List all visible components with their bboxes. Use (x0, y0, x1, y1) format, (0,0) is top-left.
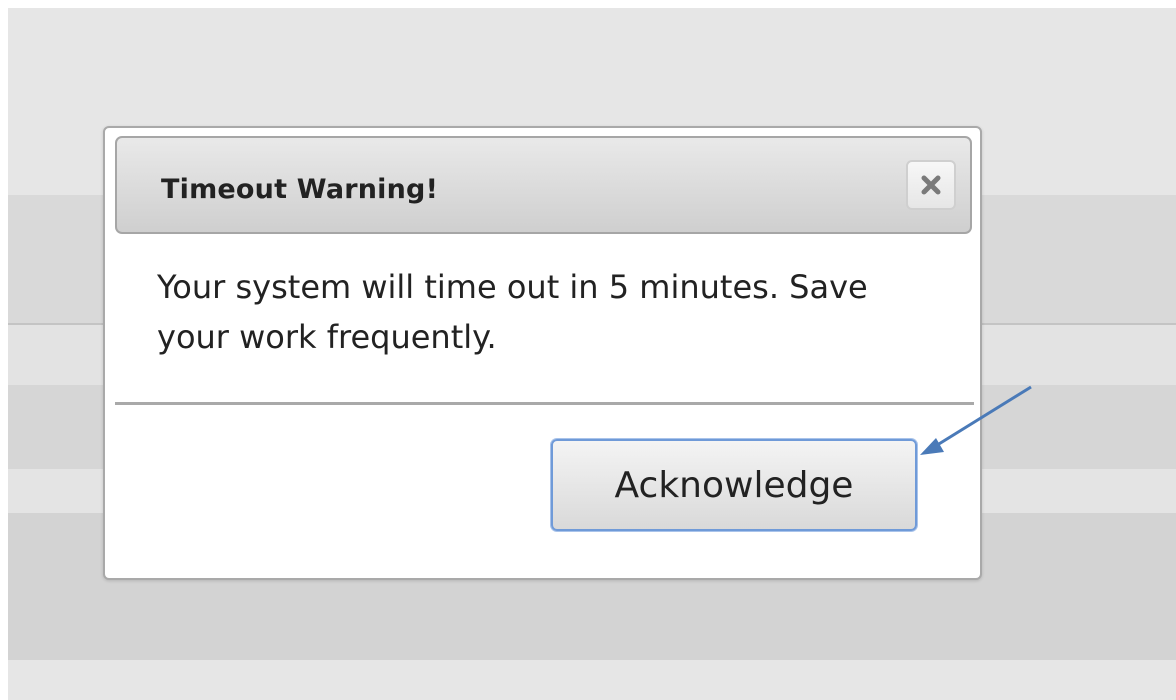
dialog-message: Your system will time out in 5 minutes. … (157, 268, 868, 356)
dialog-divider (115, 402, 974, 405)
acknowledge-button[interactable]: Acknowledge (551, 439, 917, 531)
timeout-warning-dialog: Timeout Warning! Your system will time o… (103, 126, 982, 580)
close-button[interactable] (906, 160, 956, 210)
close-x-icon (920, 174, 942, 196)
dialog-title: Timeout Warning! (161, 174, 439, 205)
dialog-title-bar: Timeout Warning! (115, 136, 972, 234)
